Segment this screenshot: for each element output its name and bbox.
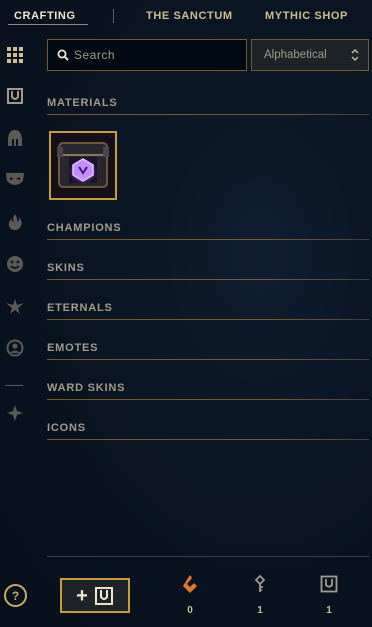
section-title: CHAMPIONS [47,222,122,234]
currency-orange-essence: 0 [178,575,202,619]
section-champions[interactable]: CHAMPIONS [47,222,369,242]
search-icon [57,49,69,61]
tab-crafting[interactable]: CRAFTING [14,10,76,22]
section-title: ETERNALS [47,302,113,314]
currency-chest: 1 [317,575,341,619]
section-divider [47,399,369,400]
sidebar-divider [5,385,23,386]
section-divider [47,439,369,440]
section-divider [47,319,369,320]
add-chest-button[interactable]: + [60,578,130,613]
key-icon [254,575,266,592]
section-emotes[interactable]: EMOTES [47,342,369,362]
help-label: ? [11,588,20,603]
grid-icon[interactable] [4,44,26,66]
section-icons[interactable]: ICONS [47,422,369,442]
section-divider [47,359,369,360]
section-title: EMOTES [47,342,99,354]
sort-selected-value: Alphabetical [264,49,327,61]
section-title: MATERIALS [47,97,118,109]
chest-icon [320,575,338,593]
helmet-icon[interactable] [4,127,26,149]
section-title: ICONS [47,422,86,434]
help-button[interactable]: ? [4,584,27,607]
active-tab-underline [8,24,88,25]
currency-count: 0 [187,605,193,616]
currency-count: 1 [326,605,332,616]
smiley-icon[interactable] [4,253,26,275]
section-title: SKINS [47,262,85,274]
category-sidebar [0,34,30,627]
search-input[interactable] [74,40,242,70]
currency-key: 1 [248,575,272,619]
profile-icon[interactable] [4,337,26,359]
tab-divider [113,9,114,23]
tab-mythic-shop[interactable]: MYTHIC SHOP [265,10,348,22]
tab-the-sanctum[interactable]: THE SANCTUM [146,10,233,22]
section-eternals[interactable]: ETERNALS [47,302,369,322]
material-item-hextech-chest[interactable] [49,131,117,200]
section-title: WARD SKINS [47,382,126,394]
orange-essence-icon [183,575,197,593]
section-ward-skins[interactable]: WARD SKINS [47,382,369,402]
section-skins[interactable]: SKINS [47,262,369,282]
section-divider [47,279,369,280]
section-materials[interactable]: MATERIALS [47,97,369,117]
ward-icon[interactable] [4,295,26,317]
footer-divider [47,556,369,557]
chest-icon [94,586,113,605]
top-navigation: CRAFTING THE SANCTUM MYTHIC SHOP [0,0,372,34]
sort-dropdown[interactable]: Alphabetical [251,39,369,71]
chest-icon[interactable] [4,85,26,107]
section-divider [47,239,369,240]
flame-icon[interactable] [4,211,26,233]
mask-icon[interactable] [4,169,26,191]
section-divider [47,114,369,115]
sort-caret-icon [351,49,359,61]
tft-icon[interactable] [4,402,26,424]
plus-label: + [76,584,88,607]
currency-count: 1 [257,605,263,616]
search-box[interactable] [47,39,247,71]
hextech-chest-icon [51,133,115,198]
